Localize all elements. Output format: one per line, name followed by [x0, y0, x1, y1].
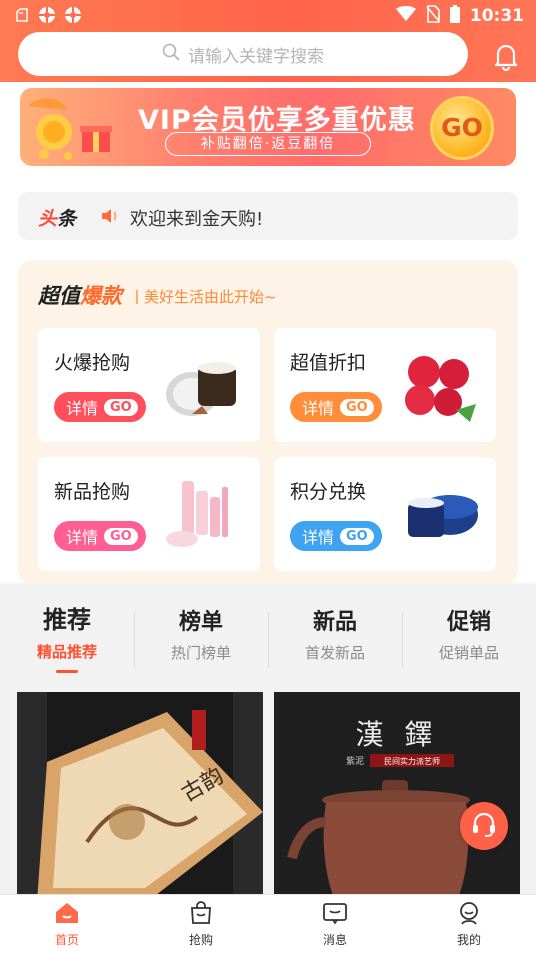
card-title: 积分兑换	[290, 481, 367, 503]
gift-icon	[24, 92, 124, 162]
banner-area: VIP会员优享多重优惠 补贴翻倍·返豆翻倍 GO	[0, 82, 536, 182]
card-detail-button[interactable]: 详情 GO	[290, 392, 382, 422]
wifi-icon	[395, 6, 416, 26]
deal-card-discount[interactable]: 超值折扣 详情 GO	[274, 328, 496, 442]
tab-recommend[interactable]: 推荐 精品推荐	[0, 600, 134, 673]
main-content[interactable]: VIP会员优享多重优惠 补贴翻倍·返豆翻倍 GO 头条 欢迎来到金天购! 超值爆…	[0, 82, 536, 894]
bottom-navigation: 首页 抢购 消息 我的	[0, 894, 536, 954]
deal-card-hot-sale[interactable]: 火爆抢购 详情 GO	[38, 328, 260, 442]
category-tabs: 推荐 精品推荐 榜单 热门榜单 新品 首发新品 促销 促销单品	[0, 584, 536, 690]
no-sim-icon	[426, 5, 440, 27]
nav-flash-sale[interactable]: 抢购	[134, 901, 268, 948]
blue-cream-image	[398, 473, 482, 557]
search-input[interactable]: 请输入关键字搜索	[18, 32, 468, 76]
tab-ranking[interactable]: 榜单 热门榜单	[134, 604, 268, 663]
card-title: 新品抢购	[54, 481, 131, 503]
tab-active-indicator	[56, 670, 78, 673]
status-bar: 10:31	[0, 0, 536, 30]
nav-messages[interactable]: 消息	[268, 901, 402, 948]
product-card[interactable]: 漢 鐸 紫泥 民间实力派艺师	[274, 692, 520, 894]
news-tag: 头条	[38, 208, 77, 230]
nav-home[interactable]: 首页	[0, 901, 134, 948]
raspberry-image	[398, 344, 482, 428]
banner-go-button[interactable]: GO	[430, 96, 494, 160]
product-card[interactable]: 古韵	[17, 692, 263, 894]
product-image-tea-box: 古韵	[17, 692, 263, 894]
card-title: 火爆抢购	[54, 352, 131, 374]
cream-jar-image	[162, 344, 246, 428]
battery-icon	[449, 5, 460, 27]
card-detail-button[interactable]: 详情 GO	[54, 521, 146, 551]
product-grid: 古韵 漢 鐸 紫泥 民间实力派艺师	[0, 690, 536, 894]
home-icon	[54, 903, 80, 929]
top-header: 10:31 请输入关键字搜索	[0, 0, 536, 82]
hot-deals-section: 超值爆款 美好生活由此开始~ 火爆抢购 详情 GO 超值折扣 详情 GO 新品抢…	[18, 260, 518, 584]
tab-new[interactable]: 新品 首发新品	[268, 604, 402, 663]
message-icon	[322, 903, 348, 929]
card-detail-button[interactable]: 详情 GO	[54, 392, 146, 422]
headset-icon	[470, 810, 498, 842]
cosmetics-set-image	[162, 473, 246, 557]
app-icon	[64, 6, 82, 28]
bell-icon[interactable]	[490, 40, 522, 72]
tab-promotion[interactable]: 促销 促销单品	[402, 604, 536, 663]
vip-banner[interactable]: VIP会员优享多重优惠 补贴翻倍·返豆翻倍 GO	[20, 88, 516, 166]
svg-text:民间实力派艺师: 民间实力派艺师	[384, 756, 440, 766]
notification-icon	[14, 7, 30, 27]
svg-text:漢 鐸: 漢 鐸	[356, 718, 439, 751]
app-icon	[38, 6, 56, 28]
nav-profile[interactable]: 我的	[402, 901, 536, 948]
card-title: 超值折扣	[290, 352, 367, 374]
card-detail-button[interactable]: 详情 GO	[290, 521, 382, 551]
status-time: 10:31	[469, 6, 524, 26]
customer-service-button[interactable]	[460, 802, 508, 850]
news-ticker[interactable]: 头条 欢迎来到金天购!	[18, 192, 518, 240]
deals-title: 超值爆款	[38, 284, 122, 308]
bag-icon	[188, 901, 214, 929]
speaker-icon	[100, 207, 120, 229]
user-icon	[456, 902, 482, 929]
search-placeholder: 请输入关键字搜索	[188, 46, 324, 67]
banner-subtitle: 补贴翻倍·返豆翻倍	[165, 132, 371, 156]
svg-text:紫泥: 紫泥	[346, 756, 364, 767]
deals-subtitle: 美好生活由此开始~	[136, 286, 277, 307]
product-image-teapot: 漢 鐸 紫泥 民间实力派艺师	[274, 692, 520, 894]
deal-card-new[interactable]: 新品抢购 详情 GO	[38, 457, 260, 571]
search-icon	[162, 43, 180, 65]
deal-card-points[interactable]: 积分兑换 详情 GO	[274, 457, 496, 571]
news-text: 欢迎来到金天购!	[130, 209, 264, 230]
